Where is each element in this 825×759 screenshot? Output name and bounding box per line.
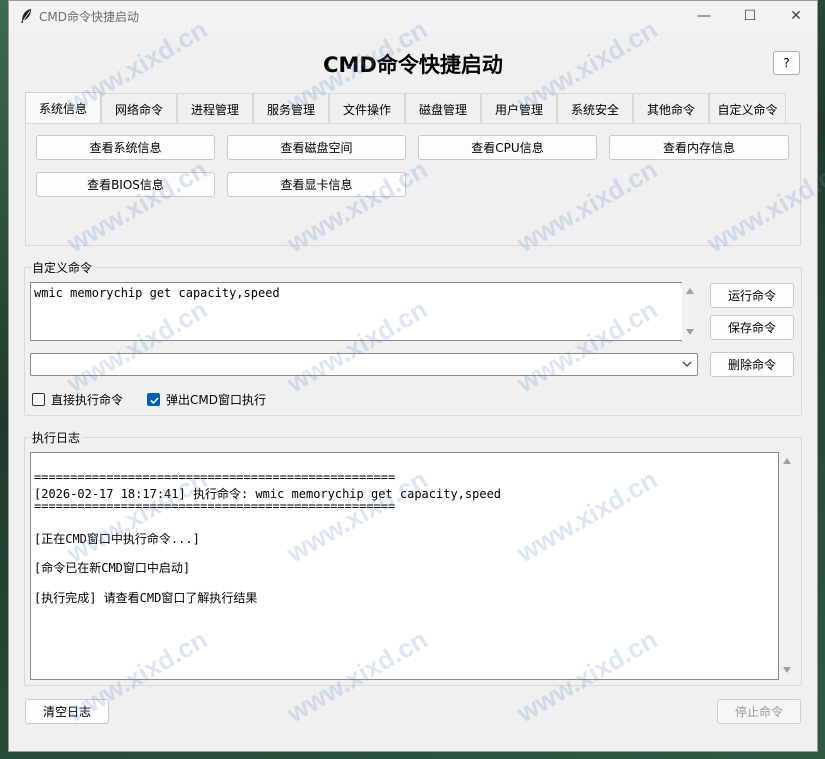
command-input-scrollbar[interactable] <box>682 282 699 341</box>
popup-cmd-label: 弹出CMD窗口执行 <box>166 392 266 407</box>
log-line: [命令已在新CMD窗口中启动] <box>34 561 191 575</box>
direct-exec-checkbox[interactable] <box>32 392 45 406</box>
view-disk-space-button[interactable]: 查看磁盘空间 <box>227 135 406 160</box>
log-line: ========================================… <box>34 470 396 484</box>
direct-exec-label: 直接执行命令 <box>51 392 124 407</box>
maximize-button[interactable]: ☐ <box>727 1 773 31</box>
clear-log-button[interactable]: 清空日志 <box>25 699 109 724</box>
view-gpu-info-button[interactable]: 查看显卡信息 <box>227 172 406 197</box>
log-line: ========================================… <box>34 499 396 513</box>
log-group-label: 执行日志 <box>32 429 83 446</box>
tab-process[interactable]: 进程管理 <box>177 93 253 124</box>
minimize-button[interactable]: — <box>681 1 727 31</box>
log-scrollbar[interactable] <box>779 452 796 680</box>
check-icon <box>150 396 159 404</box>
app-window: CMD命令快捷启动 — ☐ ✕ CMD命令快捷启动 ? 系统信息 网络命令 进程… <box>8 0 825 752</box>
help-button[interactable]: ? <box>773 51 800 75</box>
minimize-icon: — <box>697 8 711 24</box>
stop-command-button[interactable]: 停止命令 <box>717 699 801 724</box>
tab-security[interactable]: 系统安全 <box>557 93 633 124</box>
direct-exec-option[interactable]: 直接执行命令 <box>32 391 123 407</box>
tab-bar: 系统信息 网络命令 进程管理 服务管理 文件操作 磁盘管理 用户管理 系统安全 … <box>25 92 786 124</box>
scroll-down-icon[interactable] <box>783 667 791 673</box>
title-bar[interactable]: CMD命令快捷启动 — ☐ ✕ <box>9 1 817 31</box>
run-command-button[interactable]: 运行命令 <box>710 283 794 308</box>
page-title: CMD命令快捷启动 <box>323 53 503 77</box>
tab-service[interactable]: 服务管理 <box>253 93 329 124</box>
popup-cmd-option[interactable]: 弹出CMD窗口执行 <box>147 391 266 407</box>
tab-system-info[interactable]: 系统信息 <box>25 92 101 124</box>
window-title: CMD命令快捷启动 <box>39 10 139 24</box>
view-memory-info-button[interactable]: 查看内存信息 <box>609 135 789 160</box>
tab-network[interactable]: 网络命令 <box>101 93 177 124</box>
custom-command-input[interactable]: wmic memorychip get capacity,speed <box>30 282 683 341</box>
tab-panel: 查看系统信息 查看磁盘空间 查看CPU信息 查看内存信息 查看BIOS信息 查看… <box>25 123 801 246</box>
view-cpu-info-button[interactable]: 查看CPU信息 <box>418 135 597 160</box>
maximize-icon: ☐ <box>743 8 757 24</box>
tab-disk[interactable]: 磁盘管理 <box>405 93 481 124</box>
scroll-up-icon[interactable] <box>783 458 791 464</box>
popup-cmd-checkbox[interactable] <box>147 392 160 406</box>
view-bios-info-button[interactable]: 查看BIOS信息 <box>36 172 215 197</box>
saved-command-select[interactable] <box>30 353 698 376</box>
chevron-down-icon <box>682 361 692 367</box>
tab-other[interactable]: 其他命令 <box>633 93 709 124</box>
log-line: [执行完成] 请查看CMD窗口了解执行结果 <box>34 591 258 605</box>
log-line: [正在CMD窗口中执行命令...] <box>34 532 200 546</box>
scroll-up-icon[interactable] <box>686 288 694 294</box>
tab-file[interactable]: 文件操作 <box>329 93 405 124</box>
scroll-down-icon[interactable] <box>686 329 694 335</box>
feather-icon <box>21 9 31 23</box>
close-icon: ✕ <box>790 8 802 24</box>
log-output[interactable]: ========================================… <box>30 452 779 680</box>
custom-command-group-label: 自定义命令 <box>32 259 95 276</box>
tab-custom[interactable]: 自定义命令 <box>709 93 786 124</box>
close-button[interactable]: ✕ <box>773 1 819 31</box>
view-system-info-button[interactable]: 查看系统信息 <box>36 135 215 160</box>
save-command-button[interactable]: 保存命令 <box>710 315 794 340</box>
tab-user[interactable]: 用户管理 <box>481 93 557 124</box>
delete-command-button[interactable]: 删除命令 <box>710 352 794 377</box>
